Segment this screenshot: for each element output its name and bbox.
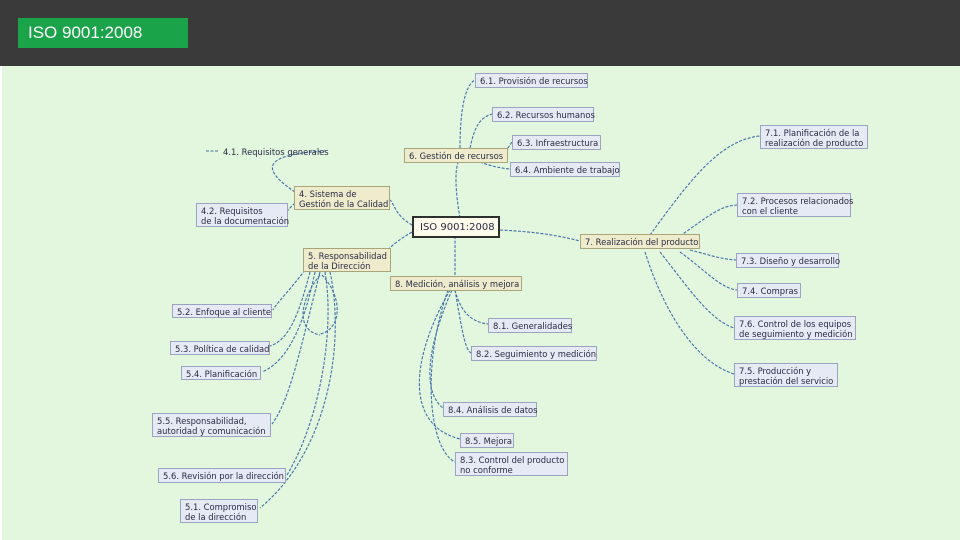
node-5-6[interactable]: 5.6. Revisión por la dirección [158, 468, 286, 483]
node-4-2-line1: 4.2. Requisitos [201, 206, 263, 216]
node-7-5-line1: 7.5. Producción y [739, 366, 812, 376]
node-7-1-line2: realización de producto [765, 138, 864, 148]
node-4-line2: Gestión de la Calidad [299, 199, 389, 209]
node-4-sistema-gestion[interactable]: 4. Sistema de Gestión de la Calidad [294, 186, 390, 210]
node-6-4[interactable]: 6.4. Ambiente de trabajo [510, 162, 620, 177]
node-5-4[interactable]: 5.4. Planificación [181, 366, 261, 380]
node-5-line2: de la Dirección [308, 261, 371, 271]
node-8-medicion[interactable]: 8. Medición, análisis y mejora [390, 276, 522, 291]
node-6-2[interactable]: 6.2. Recursos humanos [492, 107, 595, 122]
node-7-3[interactable]: 7.3. Diseño y desarrollo [736, 253, 840, 268]
node-7-realizacion[interactable]: 7. Realización del producto [580, 234, 700, 249]
node-5-line1: 5. Responsabilidad [308, 251, 387, 261]
node-6-1[interactable]: 6.1. Provisión de recursos [475, 73, 588, 88]
node-8-3-line2: no conforme [460, 465, 513, 475]
node-5-5[interactable]: 5.5. Responsabilidad, autoridad y comuni… [152, 413, 271, 437]
node-7-2[interactable]: 7.2. Procesos relacionados con el client… [737, 193, 854, 217]
node-5-1-line1: 5.1. Compromiso [185, 502, 257, 512]
node-7-6-line1: 7.6. Control de los equipos [739, 319, 852, 329]
node-4-1[interactable]: 4.1. Requisitos generales [218, 144, 329, 158]
node-8-1[interactable]: 8.1. Generalidades [488, 318, 572, 333]
node-5-2[interactable]: 5.2. Enfoque al cliente [172, 304, 272, 318]
node-4-2[interactable]: 4.2. Requisitos de la documentación [196, 203, 290, 227]
node-5-5-line2: autoridad y comunicación [157, 426, 266, 436]
node-7-5[interactable]: 7.5. Producción y prestación del servici… [734, 363, 838, 387]
node-8-5[interactable]: 8.5. Mejora [460, 433, 514, 448]
root-node[interactable]: ISO 9001:2008 [412, 216, 500, 238]
node-4-2-line2: de la documentación [201, 216, 290, 226]
node-6-gestion-recursos[interactable]: 6. Gestión de recursos [404, 148, 508, 163]
node-7-2-line2: con el cliente [742, 206, 798, 216]
node-4-line1: 4. Sistema de [299, 189, 357, 199]
node-5-5-line1: 5.5. Responsabilidad, [157, 416, 247, 426]
node-7-4[interactable]: 7.4. Compras [737, 283, 801, 298]
node-6-3[interactable]: 6.3. Infraestructura [512, 135, 601, 150]
node-5-responsabilidad[interactable]: 5. Responsabilidad de la Dirección [303, 248, 391, 272]
node-7-1[interactable]: 7.1. Planificación de la realización de … [760, 125, 868, 149]
node-8-2[interactable]: 8.2. Seguimiento y medición [471, 346, 597, 361]
node-7-2-line1: 7.2. Procesos relacionados [742, 196, 854, 206]
node-5-1-line2: de la dirección [185, 512, 247, 522]
node-7-1-line1: 7.1. Planificación de la [765, 128, 860, 138]
node-5-1[interactable]: 5.1. Compromiso de la dirección [180, 499, 258, 523]
node-7-6-line2: de seguimiento y medición [739, 329, 853, 339]
node-8-3-line1: 8.3. Control del producto [460, 455, 565, 465]
node-7-6[interactable]: 7.6. Control de los equipos de seguimien… [734, 316, 856, 340]
node-8-4[interactable]: 8.4. Análisis de datos [443, 402, 538, 417]
slide-title: ISO 9001:2008 [18, 18, 188, 48]
node-7-5-line2: prestación del servicio [739, 376, 834, 386]
node-5-3[interactable]: 5.3. Política de calidad [170, 341, 270, 355]
node-8-3[interactable]: 8.3. Control del producto no conforme [455, 452, 568, 476]
